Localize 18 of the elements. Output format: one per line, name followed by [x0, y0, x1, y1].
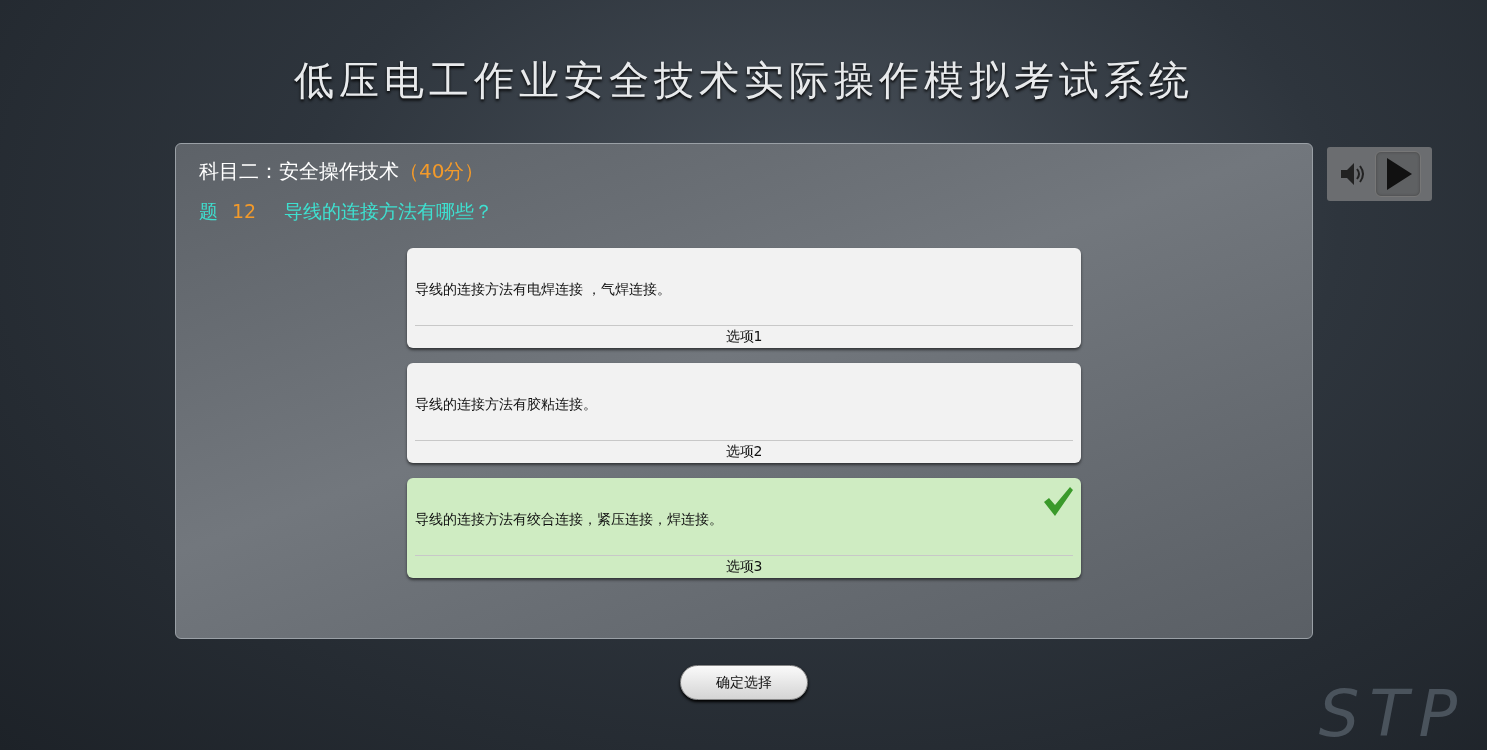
answer-option[interactable]: 导线的连接方法有电焊连接 ，气焊连接。 选项1 [407, 248, 1081, 348]
option-label: 选项3 [415, 555, 1073, 576]
question-prefix: 题 [199, 199, 218, 224]
confirm-button[interactable]: 确定选择 [679, 665, 808, 700]
option-label: 选项1 [415, 325, 1073, 346]
play-button[interactable] [1375, 151, 1421, 197]
answer-option[interactable]: 导线的连接方法有绞合连接，紧压连接，焊连接。 选项3 [407, 478, 1081, 578]
option-text: 导线的连接方法有胶粘连接。 [415, 394, 598, 414]
answer-option[interactable]: 导线的连接方法有胶粘连接。 选项2 [407, 363, 1081, 463]
checkmark-icon [1043, 486, 1073, 516]
subject-score: （40分） [399, 158, 485, 185]
app-title: 低压电工作业安全技术实际操作模拟考试系统 [293, 56, 1194, 104]
question-number: 12 [232, 199, 257, 224]
option-text: 导线的连接方法有电焊连接 ，气焊连接。 [415, 279, 673, 299]
option-text: 导线的连接方法有绞合连接，紧压连接，焊连接。 [415, 509, 724, 529]
question-text: 导线的连接方法有哪些？ [284, 199, 494, 224]
subject-label: 科目二：安全操作技术 [199, 158, 399, 185]
option-label: 选项2 [415, 440, 1073, 461]
